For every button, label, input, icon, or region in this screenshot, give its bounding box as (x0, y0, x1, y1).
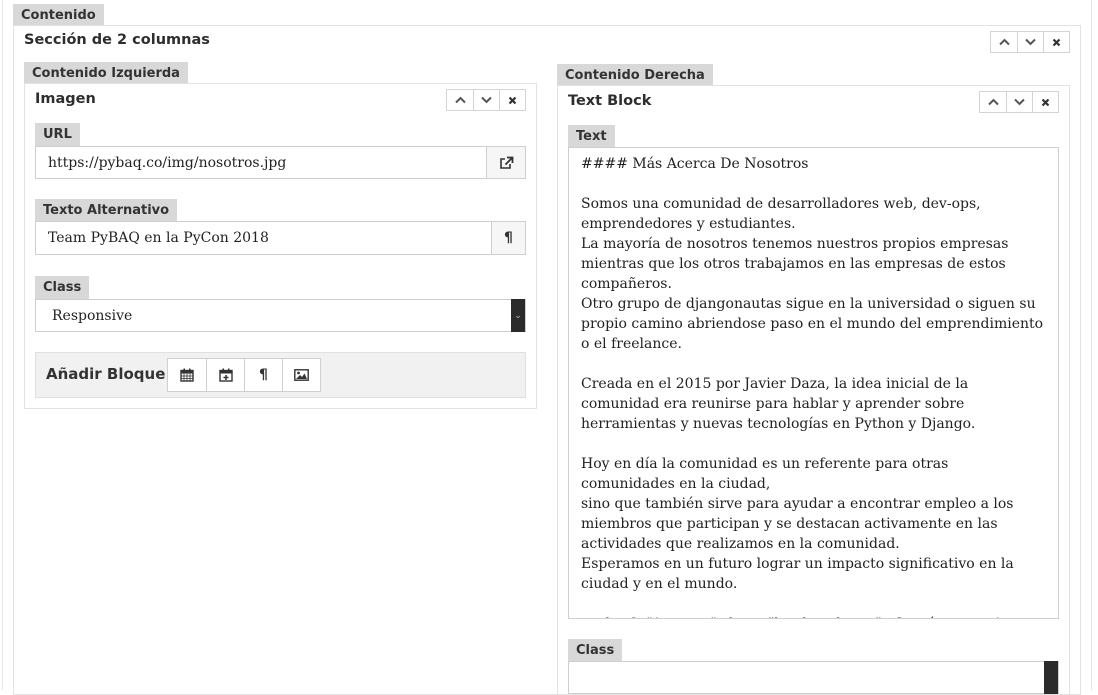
chevron-down-icon[interactable]: ⌄ (511, 299, 525, 332)
alt-text-label: Texto Alternativo (35, 199, 178, 222)
move-down-button[interactable] (1017, 32, 1043, 52)
image-block-controls (446, 89, 526, 111)
calendar-plus-icon (218, 368, 233, 382)
left-column-tab: Contenido Izquierda (24, 62, 188, 85)
move-up-button[interactable] (447, 90, 473, 110)
delete-button[interactable] (1043, 32, 1069, 52)
add-block-buttons: ¶ (167, 358, 321, 392)
add-event-block-button[interactable] (206, 359, 244, 391)
move-down-button[interactable] (1006, 92, 1032, 112)
add-paragraph-block-button[interactable]: ¶ (244, 359, 282, 391)
chevron-up-icon (454, 96, 466, 104)
alt-text-input[interactable]: Team PyBAQ en la PyCon 2018 (35, 221, 492, 255)
chevron-down-icon (1014, 98, 1025, 106)
content-tab: Contenido (13, 4, 104, 27)
text-textarea[interactable]: #### Más Acerca De Nosotros Somos una co… (568, 147, 1059, 619)
image-block-title: Imagen (35, 91, 96, 107)
add-block-label: Añadir Bloque: (46, 365, 172, 383)
pilcrow-icon: ¶ (259, 367, 268, 383)
pilcrow-icon: ¶ (504, 230, 513, 246)
section-controls (990, 31, 1070, 53)
external-link-icon (499, 156, 513, 169)
alt-text-addon: ¶ (491, 221, 526, 255)
delete-button[interactable] (1032, 92, 1058, 112)
chevron-up-icon (987, 98, 999, 106)
url-label: URL (35, 123, 80, 146)
delete-button[interactable] (499, 90, 525, 110)
add-calendar-block-button[interactable] (168, 359, 206, 391)
chevron-down-icon[interactable] (1044, 661, 1058, 694)
move-up-button[interactable] (980, 92, 1006, 112)
right-column-tab: Contenido Derecha (557, 64, 713, 87)
move-down-button[interactable] (473, 90, 499, 110)
chevron-down-icon (1025, 38, 1036, 46)
chevron-up-icon (998, 38, 1010, 46)
url-input[interactable]: https://pybaq.co/img/nosotros.jpg (35, 146, 487, 179)
text-block-controls (979, 91, 1059, 113)
calendar-icon (180, 368, 194, 382)
text-block-title: Text Block (568, 93, 652, 109)
close-icon (508, 96, 517, 104)
right-class-select[interactable] (568, 661, 1059, 694)
move-up-button[interactable] (991, 32, 1017, 52)
text-label: Text (568, 125, 615, 148)
right-class-label: Class (568, 639, 623, 662)
section-title: Sección de 2 columnas (24, 32, 210, 48)
add-image-block-button[interactable] (282, 359, 320, 391)
open-url-button[interactable] (486, 146, 526, 179)
class-label: Class (35, 276, 90, 299)
image-icon (294, 369, 309, 381)
class-select[interactable]: Responsive (35, 299, 526, 332)
close-icon (1041, 98, 1050, 106)
chevron-down-icon (481, 96, 492, 104)
close-icon (1052, 38, 1061, 46)
